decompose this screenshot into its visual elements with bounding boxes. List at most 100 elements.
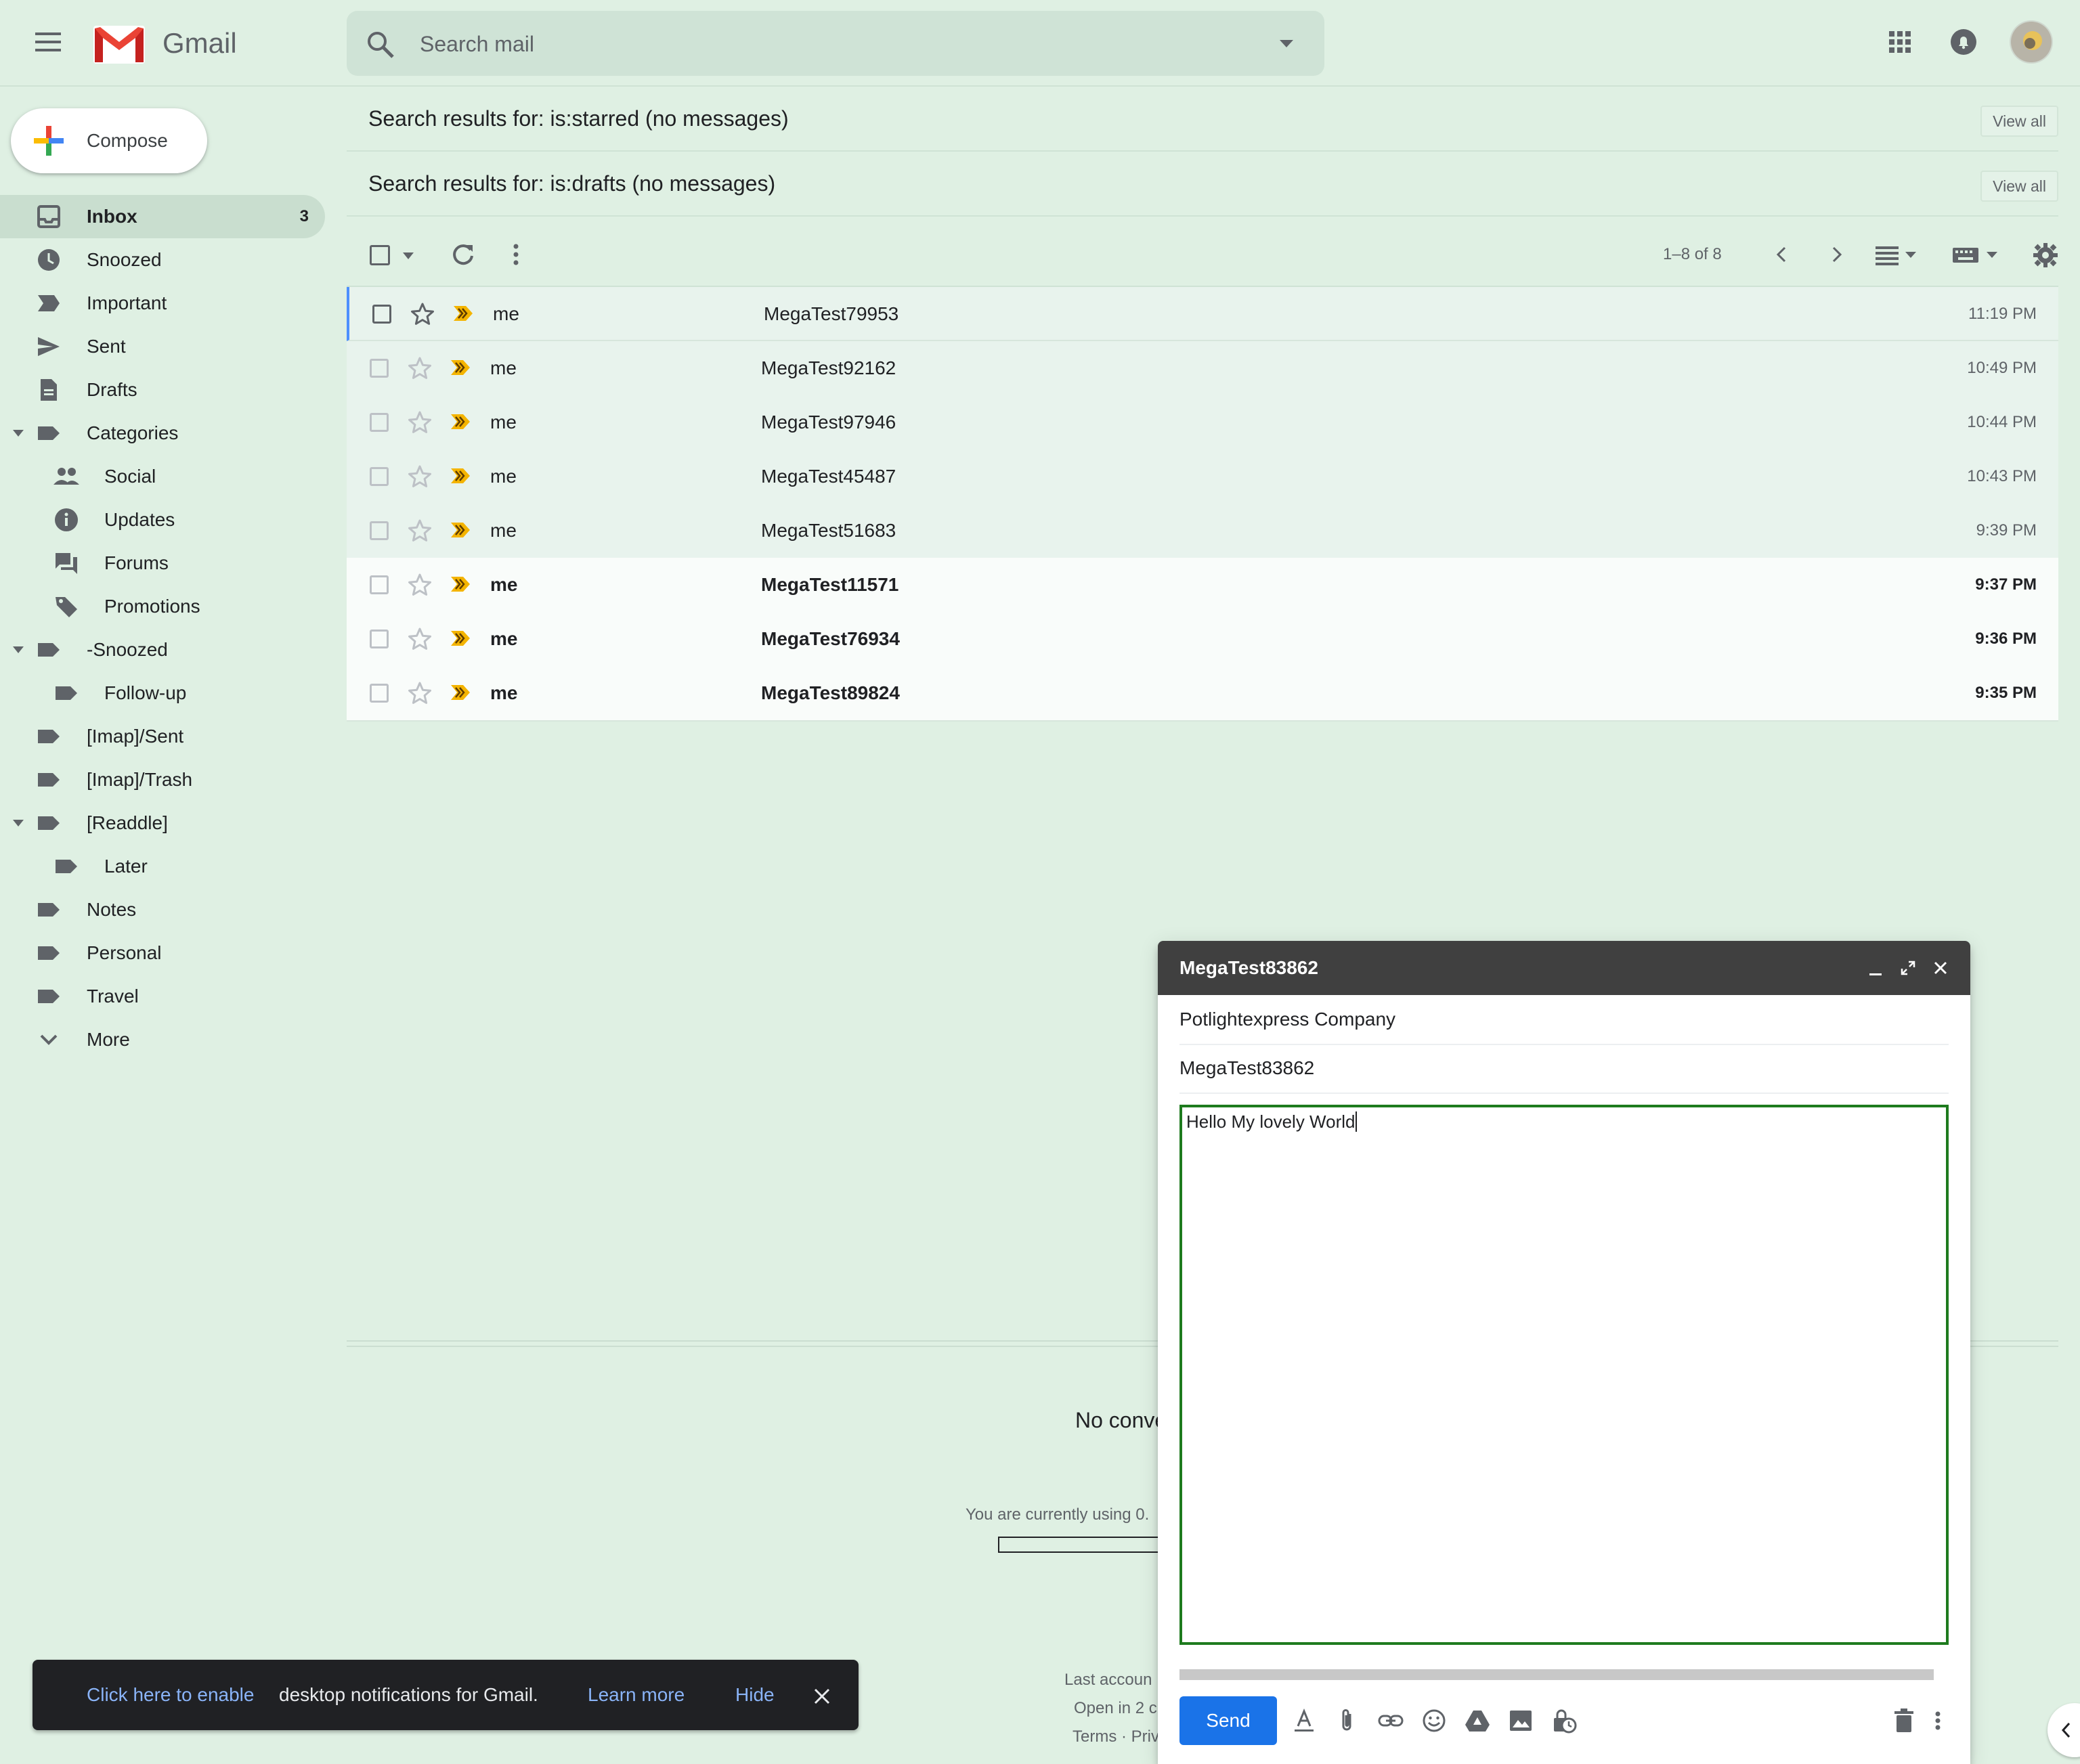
star-icon[interactable] — [410, 302, 435, 326]
important-marker-icon[interactable] — [450, 521, 471, 539]
row-checkbox[interactable] — [370, 630, 389, 648]
message-body-editor[interactable]: Hello My lovely World — [1179, 1105, 1949, 1645]
close-icon[interactable] — [812, 1687, 831, 1706]
email-row[interactable]: me MegaTest76934 9:36 PM — [347, 612, 2058, 667]
account-avatar[interactable] — [2010, 20, 2053, 64]
email-row[interactable]: me MegaTest51683 9:39 PM — [347, 504, 2058, 559]
email-row[interactable]: me MegaTest11571 9:37 PM — [347, 558, 2058, 613]
sidebar-item-social[interactable]: Social — [0, 455, 325, 498]
refresh-icon[interactable] — [451, 242, 475, 267]
view-all-button[interactable]: View all — [1980, 171, 2058, 202]
star-icon[interactable] — [408, 681, 432, 705]
notifications-bell-icon[interactable] — [1950, 28, 1977, 56]
insert-link-icon[interactable] — [1377, 1707, 1404, 1734]
important-marker-icon[interactable] — [450, 359, 471, 376]
compose-header[interactable]: MegaTest83862 — [1158, 941, 1970, 995]
sidebar-item-updates[interactable]: Updates — [0, 498, 325, 542]
sidebar-item-imap-sent[interactable]: [Imap]/Sent — [0, 715, 325, 758]
select-dropdown-icon[interactable] — [402, 252, 414, 260]
sidebar-item-inbox[interactable]: Inbox 3 — [0, 195, 325, 238]
row-checkbox[interactable] — [372, 305, 391, 324]
email-row[interactable]: me MegaTest79953 11:19 PM — [347, 287, 2058, 341]
more-options-icon[interactable] — [1932, 1707, 1943, 1734]
minimize-icon[interactable] — [1867, 961, 1884, 977]
terms-privacy-links[interactable]: Terms · Priv — [1072, 1727, 1159, 1746]
chevron-left-icon[interactable] — [1774, 244, 1790, 265]
recipients-field[interactable]: Potlightexpress Company — [1179, 995, 1949, 1045]
view-all-button[interactable]: View all — [1980, 106, 2058, 137]
search-options-icon[interactable] — [1278, 38, 1295, 49]
apps-grid-icon[interactable] — [1888, 30, 1912, 54]
density-toggle-icon[interactable] — [1874, 245, 1922, 265]
send-button[interactable]: Send — [1179, 1696, 1277, 1745]
learn-more-link[interactable]: Learn more — [588, 1660, 685, 1730]
important-marker-icon[interactable] — [450, 684, 471, 701]
expand-caret-icon[interactable] — [12, 819, 24, 827]
sidebar-item-follow-up[interactable]: Follow-up — [0, 671, 325, 715]
close-icon[interactable] — [1932, 960, 1949, 976]
star-icon[interactable] — [408, 464, 432, 489]
row-checkbox[interactable] — [370, 413, 389, 432]
row-checkbox[interactable] — [370, 521, 389, 540]
chevron-right-icon[interactable] — [1828, 244, 1844, 265]
sidebar-item-drafts[interactable]: Drafts — [0, 368, 325, 412]
insert-photo-icon[interactable] — [1507, 1707, 1534, 1734]
important-marker-icon[interactable] — [450, 467, 471, 485]
enable-notifications-link[interactable]: Click here to enable — [87, 1660, 254, 1730]
star-icon[interactable] — [408, 627, 432, 651]
expand-caret-icon[interactable] — [12, 646, 24, 654]
sidebar-item-personal[interactable]: Personal — [0, 931, 325, 975]
discard-draft-icon[interactable] — [1890, 1707, 1918, 1734]
sidebar-item-later[interactable]: Later — [0, 845, 325, 888]
confidential-mode-icon[interactable] — [1551, 1707, 1578, 1734]
row-checkbox[interactable] — [370, 467, 389, 486]
horizontal-scrollbar[interactable] — [1179, 1669, 1934, 1680]
compose-button[interactable]: Compose — [11, 108, 207, 173]
sidebar-item-promotions[interactable]: Promotions — [0, 585, 325, 628]
email-row[interactable]: me MegaTest97946 10:44 PM — [347, 395, 2058, 451]
main-menu-icon[interactable] — [32, 28, 65, 56]
sidebar-item-important[interactable]: Important — [0, 282, 325, 325]
sidebar-item-categories[interactable]: Categories — [0, 412, 325, 455]
insert-emoji-icon[interactable] — [1421, 1707, 1448, 1734]
search-input[interactable] — [418, 11, 1234, 77]
email-row[interactable]: me MegaTest89824 9:35 PM — [347, 666, 2058, 722]
search-icon[interactable] — [366, 30, 395, 60]
row-checkbox[interactable] — [370, 684, 389, 703]
important-marker-icon[interactable] — [452, 305, 474, 322]
email-subject: MegaTest89824 — [761, 682, 900, 703]
important-marker-icon[interactable] — [450, 575, 471, 593]
row-checkbox[interactable] — [370, 359, 389, 378]
sidebar-item-sent[interactable]: Sent — [0, 325, 325, 368]
attach-file-icon[interactable] — [1334, 1707, 1361, 1734]
more-options-icon[interactable] — [512, 242, 520, 267]
sidebar-item-imap-trash[interactable]: [Imap]/Trash — [0, 758, 325, 801]
email-row[interactable]: me MegaTest92162 10:49 PM — [347, 341, 2058, 397]
expand-caret-icon[interactable] — [12, 429, 24, 437]
fullscreen-icon[interactable] — [1900, 960, 1916, 976]
star-icon[interactable] — [408, 519, 432, 543]
sidebar-item-notes[interactable]: Notes — [0, 888, 325, 931]
important-marker-icon[interactable] — [450, 630, 471, 647]
google-drive-icon[interactable] — [1464, 1707, 1491, 1734]
sidebar-item-readdle[interactable]: [Readdle] — [0, 801, 325, 845]
subject-field[interactable]: MegaTest83862 — [1179, 1044, 1949, 1094]
star-icon[interactable] — [408, 573, 432, 597]
sidebar-item-snoozed-label[interactable]: -Snoozed — [0, 628, 325, 671]
sidebar-item-travel[interactable]: Travel — [0, 975, 325, 1018]
settings-gear-icon[interactable] — [2033, 242, 2058, 268]
row-checkbox[interactable] — [370, 575, 389, 594]
select-all-checkbox[interactable] — [370, 245, 390, 265]
sidebar-item-snoozed[interactable]: Snoozed — [0, 238, 325, 282]
email-row[interactable]: me MegaTest45487 10:43 PM — [347, 449, 2058, 505]
keyboard-icon[interactable] — [1951, 246, 2003, 264]
sidebar-item-more[interactable]: More — [0, 1018, 325, 1061]
star-icon[interactable] — [408, 356, 432, 380]
hide-link[interactable]: Hide — [735, 1660, 775, 1730]
sidebar-item-forums[interactable]: Forums — [0, 542, 325, 585]
side-panel-toggle[interactable] — [2048, 1703, 2080, 1757]
formatting-options-icon[interactable] — [1291, 1707, 1318, 1734]
gmail-logo-icon[interactable] — [92, 23, 146, 65]
important-marker-icon[interactable] — [450, 413, 471, 431]
star-icon[interactable] — [408, 410, 432, 435]
